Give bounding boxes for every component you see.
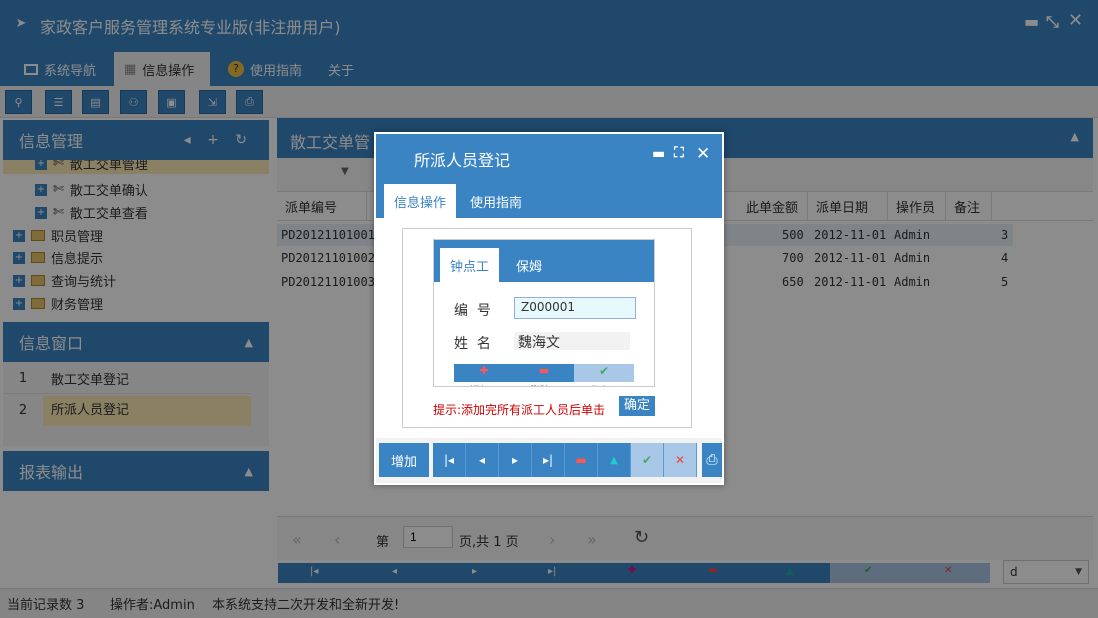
close-icon[interactable]: ✕ (696, 144, 710, 164)
add-button[interactable]: 增加 (379, 443, 429, 477)
first-record-icon[interactable]: |◂ (433, 443, 466, 477)
prev-record-icon[interactable]: ◂ (466, 443, 499, 477)
delete-label: 删除 (530, 382, 550, 386)
inner-tabs: 钟点工 保姆 (434, 240, 654, 282)
dialog-tabs: 信息操作 使用指南 (376, 180, 722, 218)
save-label: 保存 (590, 382, 610, 386)
code-field[interactable]: Z000001 (514, 297, 636, 319)
cancel-icon[interactable]: ✕ (664, 443, 697, 477)
name-field[interactable]: 魏海文 (514, 332, 630, 351)
next-record-icon[interactable]: ▸ (499, 443, 532, 477)
add-row-icon[interactable]: ✚ (454, 364, 514, 382)
worker-tab-panel: 钟点工 保姆 编 号 Z000001 姓 名 魏海文 ✚ ▬ ✔ 添加 删除 保… (433, 239, 655, 387)
tab-label: 使用指南 (470, 195, 523, 211)
dialog-footer: 增加 |◂ ◂ ▸ ▸| ▬ ▲ ✔ ✕ ⎙ (376, 438, 722, 483)
tab-hourly-worker[interactable]: 钟点工 (440, 248, 500, 282)
maximize-icon[interactable]: ⛶ (674, 145, 684, 161)
tab-user-guide[interactable]: 使用指南 (460, 184, 532, 218)
tab-label: 信息操作 (394, 195, 447, 211)
minimize-icon[interactable]: ▬ (652, 146, 665, 162)
dialog-personnel-registration: 所派人员登记 ▬ ⛶ ✕ 信息操作 使用指南 钟点工 保姆 编 号 Z00000… (374, 132, 724, 485)
save-icon[interactable]: ✔ (631, 443, 664, 477)
save-row-icon[interactable]: ✔ (574, 364, 634, 382)
dialog-title: 所派人员登记 (414, 151, 511, 170)
up-icon[interactable]: ▲ (598, 443, 631, 477)
delete-row-icon[interactable]: ▬ (514, 364, 574, 382)
tab-info-ops[interactable]: 信息操作 (384, 184, 457, 218)
confirm-button[interactable]: 确定 (619, 396, 655, 416)
add-label: 添加 (470, 382, 490, 386)
code-label: 编 号 (454, 303, 491, 319)
tab-label: 钟点工 (450, 259, 490, 275)
hint-text: 提示:添加完所有派工人员后单击 (433, 403, 606, 417)
record-nav: |◂ ◂ ▸ ▸| ▬ ▲ ✔ ✕ (433, 443, 697, 477)
name-label: 姓 名 (454, 336, 491, 352)
print-icon[interactable]: ⎙ (702, 443, 722, 477)
dialog-header: 所派人员登记 ▬ ⛶ ✕ (376, 134, 722, 180)
tab-nanny[interactable]: 保姆 (506, 248, 552, 282)
tab-label: 保姆 (516, 259, 543, 275)
last-record-icon[interactable]: ▸| (532, 443, 565, 477)
form-frame: 钟点工 保姆 编 号 Z000001 姓 名 魏海文 ✚ ▬ ✔ 添加 删除 保… (402, 228, 692, 428)
delete-icon[interactable]: ▬ (565, 443, 598, 477)
